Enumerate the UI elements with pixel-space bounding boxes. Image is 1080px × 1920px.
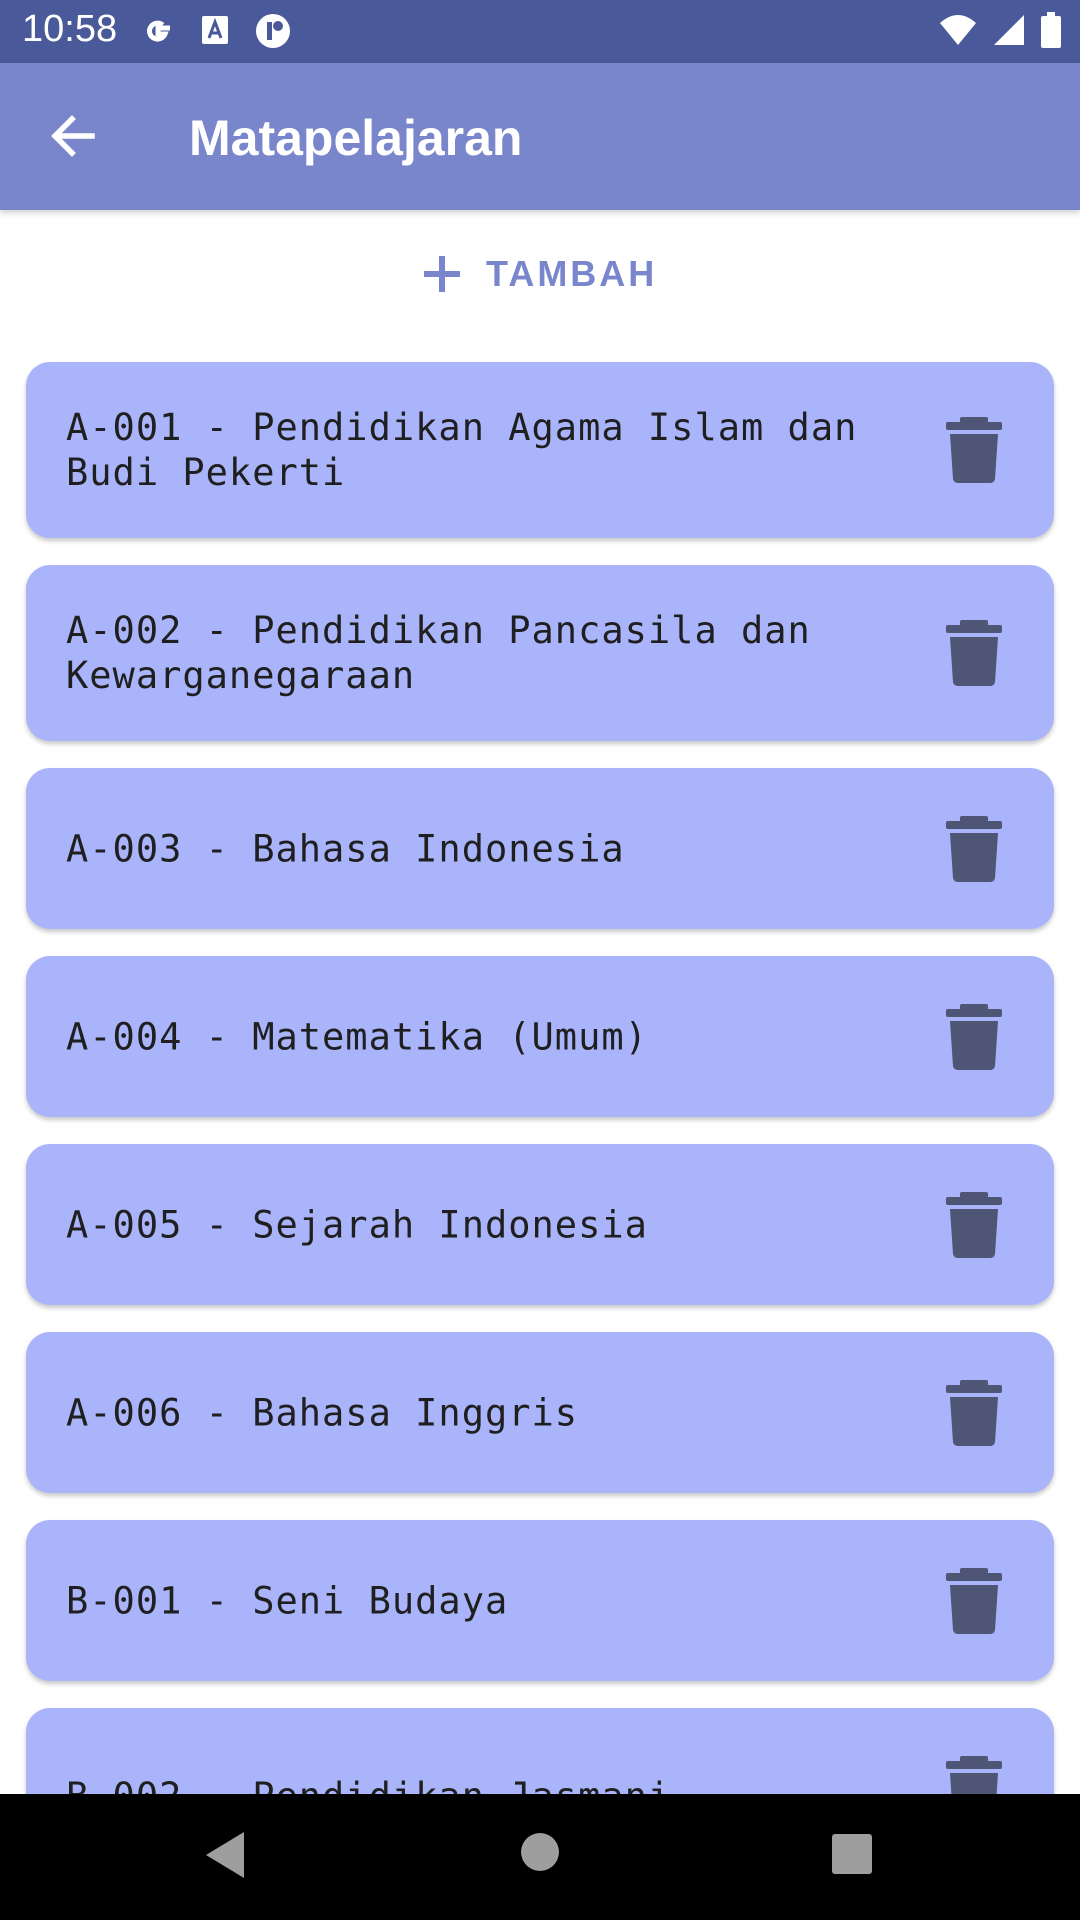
list-item[interactable]: A-002 - Pendidikan Pancasila dan Kewarga…	[26, 565, 1054, 741]
subject-label: A-002 - Pendidikan Pancasila dan Kewarga…	[66, 609, 811, 697]
add-button[interactable]: TAMBAH	[420, 245, 657, 303]
nav-home-icon[interactable]	[520, 1832, 560, 1872]
list-item[interactable]: A-001 - Pendidikan Agama Islam dan Budi …	[26, 362, 1054, 538]
app-bar: Matapelajaran	[0, 63, 1080, 210]
subject-label: A-005 - Sejarah Indonesia	[66, 1203, 648, 1246]
delete-icon[interactable]	[946, 1756, 1002, 1794]
delete-icon[interactable]	[946, 815, 1002, 882]
arrow-back-icon[interactable]	[46, 109, 100, 163]
subject-label: B-002 - Pendidikan Jasmani,	[66, 1774, 886, 1794]
subject-label: A-003 - Bahasa Indonesia	[66, 827, 625, 870]
delete-icon[interactable]	[946, 1379, 1002, 1446]
delete-icon[interactable]	[946, 1191, 1002, 1258]
delete-icon[interactable]	[946, 620, 1002, 686]
delete-icon[interactable]	[946, 1003, 1002, 1070]
page-title: Matapelajaran	[189, 110, 523, 166]
add-button-label: TAMBAH	[486, 253, 658, 294]
list-item[interactable]: A-005 - Sejarah Indonesia	[26, 1144, 1054, 1305]
delete-icon[interactable]	[946, 1567, 1002, 1634]
subject-label: A-001 - Pendidikan Agama Islam dan Budi …	[66, 406, 858, 494]
navigation-bar	[0, 1794, 1080, 1920]
nav-recents-icon[interactable]	[831, 1833, 873, 1875]
list-item[interactable]: A-006 - Bahasa Inggris	[26, 1332, 1054, 1493]
plus-icon	[424, 256, 460, 292]
subject-label: A-006 - Bahasa Inggris	[66, 1391, 579, 1434]
list-item[interactable]: A-004 - Matematika (Umum)	[26, 956, 1054, 1117]
subject-label: A-004 - Matematika (Umum)	[66, 1015, 648, 1058]
list-item[interactable]: B-001 - Seni Budaya	[26, 1520, 1054, 1681]
nav-back-icon[interactable]	[204, 1830, 248, 1880]
delete-icon[interactable]	[946, 417, 1002, 483]
list-item[interactable]: A-003 - Bahasa Indonesia	[26, 768, 1054, 929]
list-item[interactable]: B-002 - Pendidikan Jasmani,	[26, 1708, 1054, 1794]
subject-label: B-001 - Seni Budaya	[66, 1579, 509, 1622]
